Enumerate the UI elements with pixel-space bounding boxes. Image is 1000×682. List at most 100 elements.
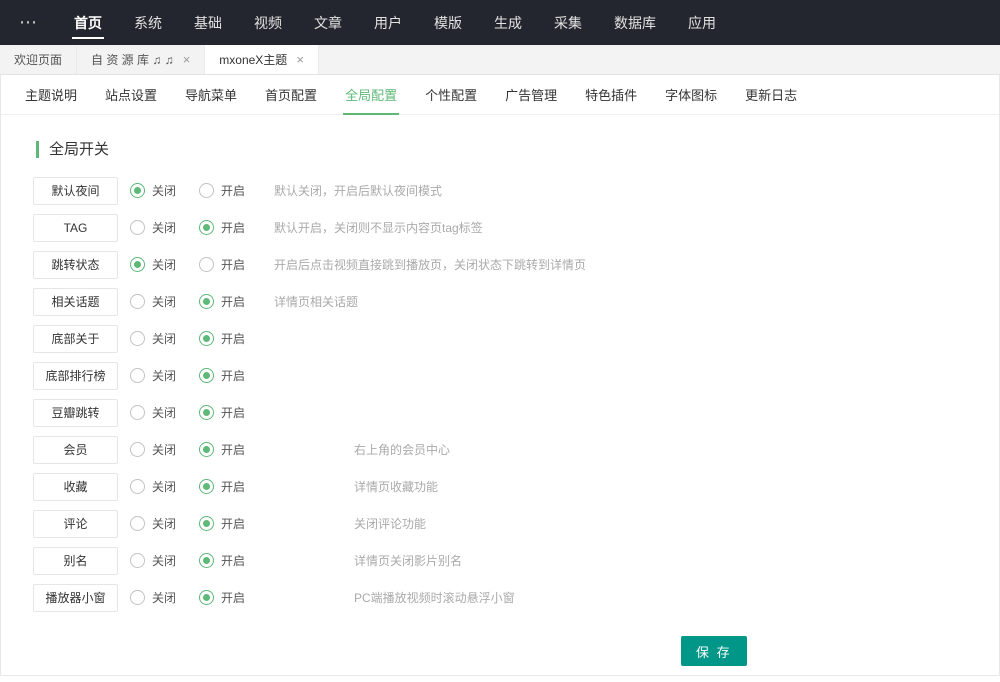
tab-close-icon[interactable]: × (296, 53, 304, 66)
radio-label: 开启 (221, 182, 245, 199)
setting-label: 默认夜间 (33, 177, 118, 205)
radio-off[interactable]: 关闭 (130, 515, 199, 532)
main-panel: 主题说明站点设置导航菜单首页配置全局配置个性配置广告管理特色插件字体图标更新日志… (0, 75, 1000, 676)
nav-tab[interactable]: 导航菜单 (171, 75, 251, 114)
topbar-item[interactable]: 文章 (298, 0, 358, 45)
radio-group: 关闭 开启 (130, 293, 268, 310)
radio-off[interactable]: 关闭 (130, 404, 199, 421)
workspace-tab[interactable]: 自 资 源 库 ♫ ♫× (77, 45, 205, 74)
radio-off[interactable]: 关闭 (130, 182, 199, 199)
radio-on[interactable]: 开启 (199, 293, 268, 310)
radio-label: 关闭 (152, 552, 176, 569)
setting-label: 会员 (33, 436, 118, 464)
save-row: 保 存 (681, 636, 999, 666)
radio-off[interactable]: 关闭 (130, 293, 199, 310)
nav-tab[interactable]: 特色插件 (571, 75, 651, 114)
radio-circle-icon (130, 220, 145, 235)
radio-group: 关闭 开启 (130, 441, 268, 458)
radio-off[interactable]: 关闭 (130, 219, 199, 236)
radio-group: 关闭开启 (130, 219, 268, 236)
radio-off[interactable]: 关闭 (130, 256, 199, 273)
nav-tab[interactable]: 更新日志 (731, 75, 811, 114)
radio-circle-icon (199, 405, 214, 420)
nav-tab[interactable]: 广告管理 (491, 75, 571, 114)
radio-off[interactable]: 关闭 (130, 330, 199, 347)
topbar-item[interactable]: 模版 (418, 0, 478, 45)
save-button[interactable]: 保 存 (681, 636, 747, 666)
topbar-item[interactable]: 系统 (118, 0, 178, 45)
radio-circle-icon (130, 590, 145, 605)
radio-label: 关闭 (152, 441, 176, 458)
topbar-item[interactable]: 数据库 (598, 0, 672, 45)
more-menu-icon[interactable]: ⋯ (0, 0, 58, 45)
setting-row: 豆瓣跳转关闭开启 (33, 394, 999, 431)
nav-tab[interactable]: 全局配置 (331, 75, 411, 114)
workspace-tab[interactable]: 欢迎页面 (0, 45, 77, 74)
nav-tab[interactable]: 字体图标 (651, 75, 731, 114)
radio-group: 关闭 开启 (130, 404, 268, 421)
setting-desc: 默认开启，关闭则不显示内容页tag标签 (274, 219, 483, 236)
radio-circle-icon (130, 294, 145, 309)
setting-desc: 详情页相关话题 (274, 293, 358, 310)
radio-circle-icon (130, 368, 145, 383)
radio-on[interactable]: 开启 (199, 256, 268, 273)
setting-row: 相关话题关闭开启详情页相关话题 (33, 283, 999, 320)
radio-circle-icon (199, 442, 214, 457)
radio-off[interactable]: 关闭 (130, 589, 199, 606)
radio-on[interactable]: 开启 (199, 589, 268, 606)
radio-on[interactable]: 开启 (199, 330, 268, 347)
topbar-item[interactable]: 采集 (538, 0, 598, 45)
radio-circle-icon (130, 331, 145, 346)
radio-off[interactable]: 关闭 (130, 552, 199, 569)
setting-row: 默认夜间关闭 开启 默认关闭，开启后默认夜间模式 (33, 172, 999, 209)
topbar-item[interactable]: 首页 (58, 0, 118, 45)
radio-circle-icon (199, 553, 214, 568)
radio-off[interactable]: 关闭 (130, 441, 199, 458)
radio-label: 关闭 (152, 404, 176, 421)
radio-on[interactable]: 开启 (199, 404, 268, 421)
radio-on[interactable]: 开启 (199, 367, 268, 384)
setting-label: TAG (33, 214, 118, 242)
topbar-menu: 首页系统基础视频文章用户模版生成采集数据库应用 (58, 0, 732, 45)
setting-row: 别名关闭开启详情页关闭影片别名 (33, 542, 999, 579)
workspace-tab[interactable]: mxoneX主题× (205, 45, 319, 74)
radio-circle-icon (199, 294, 214, 309)
radio-on[interactable]: 开启 (199, 478, 268, 495)
radio-on[interactable]: 开启 (199, 552, 268, 569)
radio-circle-icon (130, 183, 145, 198)
nav-tab[interactable]: 首页配置 (251, 75, 331, 114)
setting-row: 播放器小窗关闭开启PC端播放视频时滚动悬浮小窗 (33, 579, 999, 616)
radio-circle-icon (199, 331, 214, 346)
setting-label: 别名 (33, 547, 118, 575)
nav-tab[interactable]: 站点设置 (91, 75, 171, 114)
tab-close-icon[interactable]: × (183, 53, 191, 66)
radio-circle-icon (199, 479, 214, 494)
radio-on[interactable]: 开启 (199, 219, 268, 236)
radio-label: 关闭 (152, 589, 176, 606)
setting-desc: 右上角的会员中心 (354, 441, 450, 458)
radio-label: 关闭 (152, 515, 176, 532)
radio-label: 开启 (221, 552, 245, 569)
nav-tab[interactable]: 主题说明 (11, 75, 91, 114)
radio-group: 关闭开启 (130, 256, 268, 273)
radio-on[interactable]: 开启 (199, 441, 268, 458)
radio-on[interactable]: 开启 (199, 182, 268, 199)
setting-desc: 默认关闭，开启后默认夜间模式 (274, 182, 442, 199)
radio-label: 开启 (221, 330, 245, 347)
radio-circle-icon (199, 220, 214, 235)
radio-circle-icon (199, 257, 214, 272)
topbar-item[interactable]: 生成 (478, 0, 538, 45)
topbar-item[interactable]: 用户 (358, 0, 418, 45)
topbar-item[interactable]: 视频 (238, 0, 298, 45)
radio-circle-icon (130, 442, 145, 457)
radio-on[interactable]: 开启 (199, 515, 268, 532)
radio-circle-icon (199, 368, 214, 383)
radio-off[interactable]: 关闭 (130, 367, 199, 384)
setting-row: 底部排行榜关闭开启 (33, 357, 999, 394)
radio-label: 开启 (221, 293, 245, 310)
topbar-item[interactable]: 基础 (178, 0, 238, 45)
topbar-item[interactable]: 应用 (672, 0, 732, 45)
settings-rows: 默认夜间关闭开启默认关闭，开启后默认夜间模式TAG关闭开启默认开启，关闭则不显示… (1, 172, 999, 616)
radio-off[interactable]: 关闭 (130, 478, 199, 495)
nav-tab[interactable]: 个性配置 (411, 75, 491, 114)
